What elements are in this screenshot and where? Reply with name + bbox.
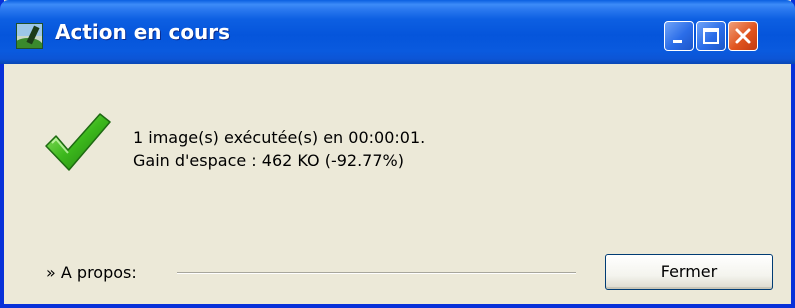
- checkmark-icon: [45, 113, 111, 171]
- status-message-line-2: Gain d'espace : 462 KO (-92.77%): [133, 151, 404, 170]
- app-image-icon: [16, 23, 43, 49]
- about-toggle-link[interactable]: » A propos:: [46, 263, 137, 282]
- dialog-window: Action en cours 1 image(s) exécutée(s) e…: [0, 0, 795, 308]
- maximize-icon: [703, 28, 719, 44]
- close-button[interactable]: Fermer: [605, 254, 773, 290]
- close-icon: [735, 28, 751, 44]
- close-window-button[interactable]: [728, 21, 758, 51]
- minimize-button[interactable]: [664, 21, 694, 51]
- minimize-icon: [673, 40, 682, 43]
- status-message-line-1: 1 image(s) exécutée(s) en 00:00:01.: [133, 128, 426, 147]
- window-title: Action en cours: [55, 20, 231, 44]
- title-bar[interactable]: Action en cours: [0, 0, 795, 64]
- about-divider: [177, 272, 576, 274]
- maximize-button[interactable]: [696, 21, 726, 51]
